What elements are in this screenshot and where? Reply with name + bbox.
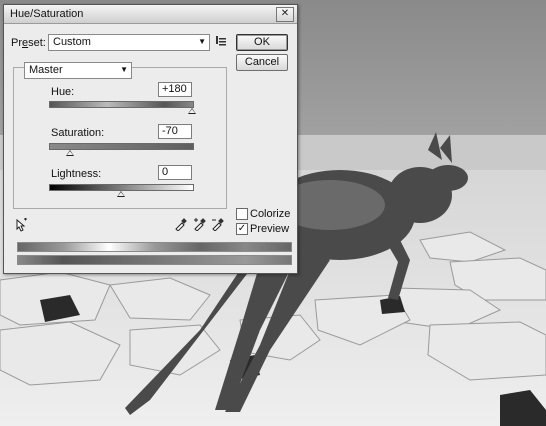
ok-button[interactable]: OK [236,34,288,51]
hue-label: Hue: [51,86,75,98]
targeted-adjustment-icon[interactable] [14,217,28,235]
preset-label: Preset: [11,37,46,49]
preset-options-icon[interactable] [215,34,227,49]
preview-checkbox[interactable]: ✓ [236,223,248,235]
preset-dropdown[interactable]: Custom ▼ [48,34,210,51]
preset-value: Custom [53,36,91,48]
channel-value: Master [29,64,63,76]
saturation-label: Saturation: [51,127,105,139]
cancel-button[interactable]: Cancel [236,54,288,71]
saturation-slider-thumb[interactable] [66,150,75,156]
chevron-down-icon: ▼ [120,65,128,74]
eyedropper-icon[interactable] [174,217,188,234]
dialog-title: Hue/Saturation [10,8,84,20]
lightness-slider[interactable] [49,184,194,191]
colorize-checkbox[interactable] [236,208,248,220]
lightness-input[interactable]: 0 [158,165,192,180]
input-color-bar [17,242,292,252]
lightness-label: Lightness: [51,168,102,180]
hue-input[interactable]: +180 [158,82,192,97]
eyedropper-minus-icon[interactable] [211,217,225,234]
colorize-label: Colorize [250,208,291,220]
lightness-slider-thumb[interactable] [116,191,125,197]
dialog-titlebar[interactable]: Hue/Saturation ✕ [4,5,297,24]
saturation-input[interactable]: -70 [158,124,192,139]
close-button[interactable]: ✕ [276,7,294,22]
eyedropper-plus-icon[interactable] [193,217,207,234]
hue-slider-thumb[interactable] [188,108,196,114]
hue-slider[interactable] [49,101,194,108]
preset-label-pre: Pr [11,37,22,49]
hue-saturation-dialog: Hue/Saturation ✕ Preset: Custom ▼ OK Can… [3,4,298,274]
output-color-bar [17,255,292,265]
preset-label-post: set: [28,37,46,49]
preview-label: Preview [250,223,290,235]
channel-dropdown[interactable]: Master ▼ [24,62,132,79]
chevron-down-icon: ▼ [198,37,206,46]
saturation-slider[interactable] [49,143,194,150]
